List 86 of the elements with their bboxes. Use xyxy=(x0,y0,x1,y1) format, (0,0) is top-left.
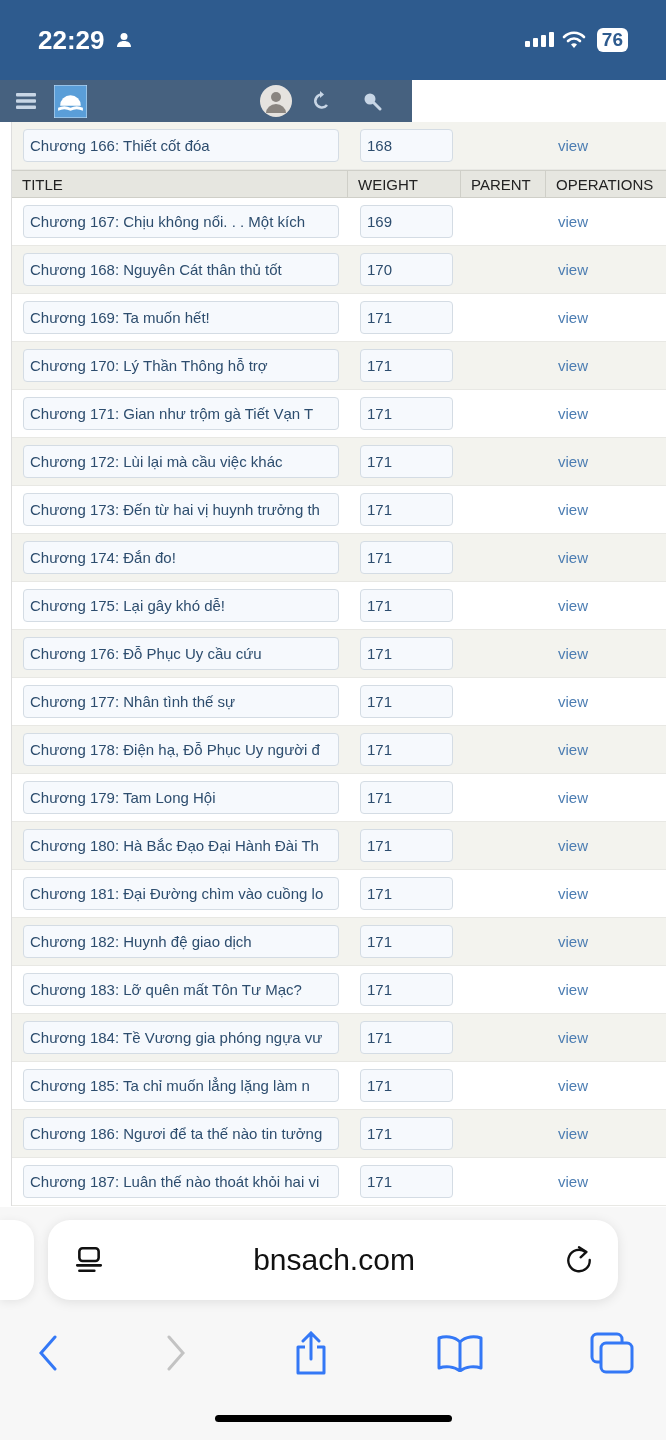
weight-field[interactable]: 171 xyxy=(360,973,453,1006)
weight-field[interactable]: 171 xyxy=(360,301,453,334)
column-header: WEIGHT xyxy=(348,171,461,197)
view-link[interactable]: view xyxy=(558,308,588,326)
column-header: OPERATIONS xyxy=(555,174,655,195)
weight-field[interactable]: 170 xyxy=(360,253,453,286)
view-link[interactable]: view xyxy=(558,596,588,614)
reload-icon[interactable] xyxy=(564,1245,594,1275)
avatar-icon[interactable] xyxy=(260,85,292,117)
view-link[interactable]: view xyxy=(558,740,588,758)
view-link[interactable]: view xyxy=(558,452,588,470)
weight-field[interactable]: 171 xyxy=(360,685,453,718)
weight-field[interactable]: 171 xyxy=(360,349,453,382)
title-field[interactable]: Chương 174: Đắn đo! xyxy=(23,541,339,574)
person-icon xyxy=(115,32,132,48)
weight-field[interactable]: 171 xyxy=(360,589,453,622)
title-field[interactable]: Chương 181: Đại Đường chìm vào cuồng lo xyxy=(23,877,339,910)
title-field[interactable]: Chương 175: Lại gây khó dễ! xyxy=(23,589,339,622)
weight-field[interactable]: 171 xyxy=(360,1069,453,1102)
weight-field[interactable]: 171 xyxy=(360,445,453,478)
logo-icon[interactable] xyxy=(54,84,87,118)
title-field[interactable]: Chương 169: Ta muốn hết! xyxy=(23,301,339,334)
view-link[interactable]: view xyxy=(558,260,588,278)
title-field[interactable]: Chương 172: Lùi lại mà cầu việc khác xyxy=(23,445,339,478)
title-field[interactable]: Chương 180: Hà Bắc Đạo Đại Hành Đài Th xyxy=(23,829,339,862)
view-link[interactable]: view xyxy=(558,788,588,806)
weight-field[interactable]: 168 xyxy=(360,129,453,162)
title-field[interactable]: Chương 182: Huynh đệ giao dịch xyxy=(23,925,339,958)
title-field[interactable]: Chương 170: Lý Thần Thông hỗ trợ xyxy=(23,349,339,382)
weight-field[interactable]: 171 xyxy=(360,541,453,574)
view-link[interactable]: view xyxy=(558,980,588,998)
tabs-icon[interactable] xyxy=(590,1332,634,1374)
title-field[interactable]: Chương 176: Đỗ Phục Uy cầu cứu xyxy=(23,637,339,670)
view-link[interactable]: view xyxy=(558,500,588,518)
view-link[interactable]: view xyxy=(558,1172,588,1190)
column-header: TITLE xyxy=(12,171,348,197)
clock-time: 22:29 xyxy=(38,24,105,56)
view-link[interactable]: view xyxy=(558,932,588,950)
title-field[interactable]: Chương 173: Đến từ hai vị huynh trưởng th xyxy=(23,493,339,526)
view-link[interactable]: view xyxy=(558,548,588,566)
wifi-icon xyxy=(561,31,586,49)
weight-field[interactable]: 171 xyxy=(360,1117,453,1150)
signal-icon xyxy=(524,31,555,49)
title-field[interactable]: Chương 168: Nguyên Cát thân thủ tốt xyxy=(23,253,339,286)
reader-icon[interactable] xyxy=(74,1245,104,1275)
weight-field[interactable]: 171 xyxy=(360,1165,453,1198)
view-link[interactable]: view xyxy=(558,1076,588,1094)
title-field[interactable]: Chương 178: Điện hạ, Đỗ Phục Uy người đ xyxy=(23,733,339,766)
weight-field[interactable]: 171 xyxy=(360,781,453,814)
weight-field[interactable]: 171 xyxy=(360,877,453,910)
title-field[interactable]: Chương 177: Nhân tình thế sự xyxy=(23,685,339,718)
title-field[interactable]: Chương 171: Gian như trộm gà Tiết Vạn T xyxy=(23,397,339,430)
title-field[interactable]: Chương 179: Tam Long Hội xyxy=(23,781,339,814)
weight-field[interactable]: 171 xyxy=(360,925,453,958)
weight-field[interactable]: 171 xyxy=(360,1021,453,1054)
view-link[interactable]: view xyxy=(558,836,588,854)
column-header: PARENT xyxy=(461,171,546,197)
view-link[interactable]: view xyxy=(558,692,588,710)
weight-field[interactable]: 171 xyxy=(360,733,453,766)
title-field[interactable]: Chương 183: Lỡ quên mất Tôn Tư Mạc? xyxy=(23,973,339,1006)
title-field[interactable]: Chương 185: Ta chỉ muốn lẳng lặng làm n xyxy=(23,1069,339,1102)
weight-field[interactable]: 171 xyxy=(360,829,453,862)
view-link[interactable]: view xyxy=(558,644,588,662)
back-icon[interactable] xyxy=(38,1335,58,1371)
url-text: bnsach.com xyxy=(252,1243,416,1277)
weight-field[interactable]: 169 xyxy=(360,205,453,238)
weight-field[interactable]: 171 xyxy=(360,397,453,430)
battery-indicator: 76 xyxy=(596,28,628,52)
view-link[interactable]: view xyxy=(558,404,588,422)
view-link[interactable]: view xyxy=(558,1028,588,1046)
view-link[interactable]: view xyxy=(558,136,588,154)
view-link[interactable]: view xyxy=(558,212,588,230)
address-bar[interactable]: bnsach.com xyxy=(48,1220,618,1300)
view-link[interactable]: view xyxy=(558,1124,588,1142)
menu-icon[interactable] xyxy=(16,93,36,109)
search-icon[interactable] xyxy=(362,91,382,111)
book-icon[interactable] xyxy=(436,1334,483,1372)
view-link[interactable]: view xyxy=(558,884,588,902)
weight-field[interactable]: 171 xyxy=(360,493,453,526)
view-link[interactable]: view xyxy=(558,356,588,374)
weight-field[interactable]: 171 xyxy=(360,637,453,670)
title-field[interactable]: Chương 187: Luân thế nào thoát khỏi hai vi xyxy=(23,1165,339,1198)
title-field[interactable]: Chương 184: Tề Vương gia phóng ngựa vư xyxy=(23,1021,339,1054)
title-field[interactable]: Chương 166: Thiết cốt đóa xyxy=(23,129,339,162)
title-field[interactable]: Chương 167: Chịu không nổi. . . Một kích xyxy=(23,205,339,238)
title-field[interactable]: Chương 186: Ngươi để ta thế nào tin tưởng xyxy=(23,1117,339,1150)
